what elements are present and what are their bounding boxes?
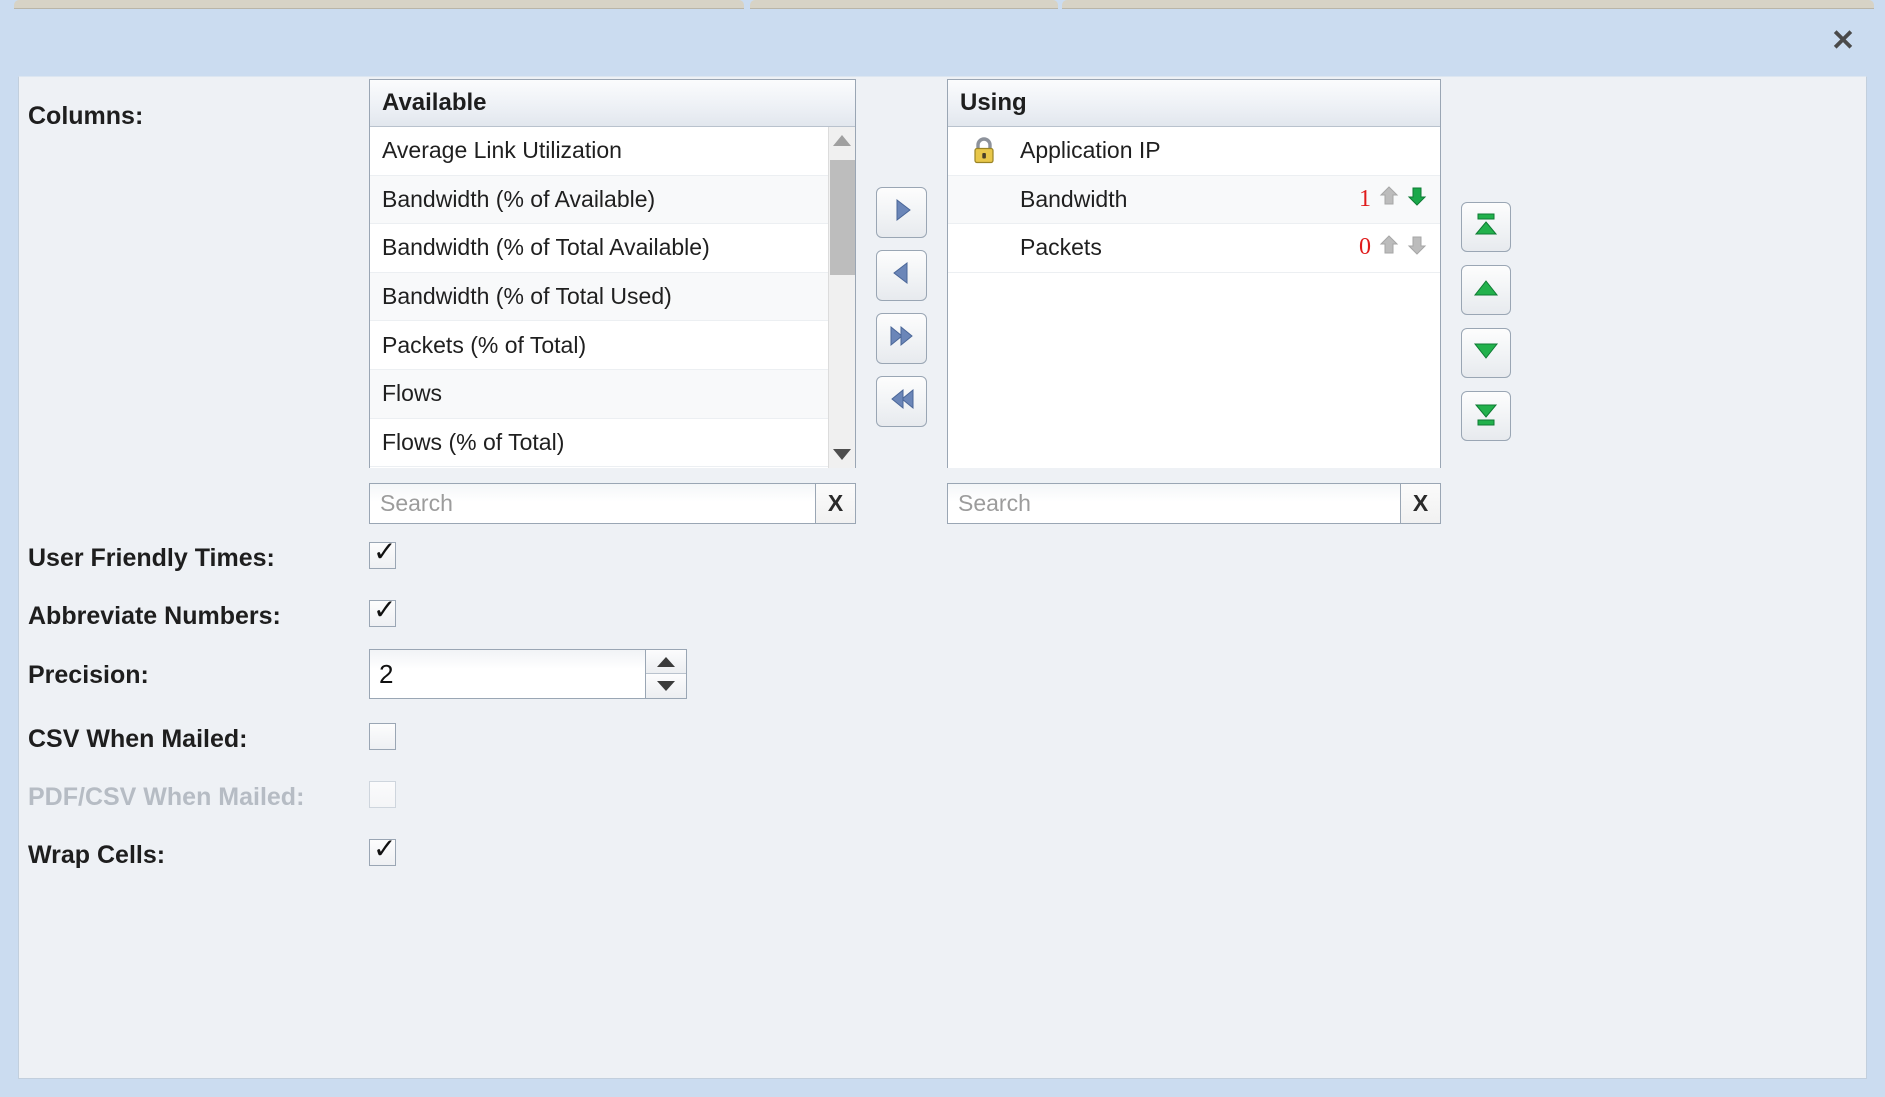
lock-icon <box>948 135 1020 167</box>
available-list-body[interactable]: Average Link Utilization Bandwidth (% of… <box>370 127 855 468</box>
list-item[interactable]: Bandwidth (% of Available) <box>370 175 828 225</box>
arrow-right-icon <box>889 197 915 228</box>
user-friendly-times-row: User Friendly Times: ✓ <box>28 538 1866 592</box>
move-down-button[interactable] <box>1461 328 1511 378</box>
tab-remnant-2 <box>750 0 1058 9</box>
wrap-cells-checkbox[interactable]: ✓ <box>369 835 396 866</box>
scrollbar-thumb[interactable] <box>830 160 855 275</box>
scroll-down-icon[interactable] <box>829 441 855 468</box>
list-item[interactable]: Bandwidth (% of Total Available) <box>370 224 828 273</box>
check-icon: ✓ <box>373 832 397 865</box>
precision-label: Precision: <box>28 661 149 689</box>
precision-stepper[interactable] <box>369 649 687 699</box>
tab-remnant-1 <box>14 0 744 9</box>
add-all-button[interactable] <box>876 313 927 364</box>
list-item[interactable]: Average Link Utilization <box>370 127 828 176</box>
available-search[interactable]: X <box>369 483 856 524</box>
chevron-down-icon <box>657 681 675 691</box>
move-down-icon <box>1471 337 1501 370</box>
search-input[interactable] <box>948 484 1400 523</box>
check-icon: ✓ <box>373 535 397 568</box>
sort-index: 0 <box>1359 234 1371 261</box>
precision-decrement-button[interactable] <box>646 674 686 698</box>
move-to-bottom-button[interactable] <box>1461 391 1511 441</box>
table-row[interactable]: Packets 0 <box>948 224 1440 273</box>
clear-search-icon[interactable]: X <box>815 484 855 523</box>
using-search[interactable]: X <box>947 483 1441 524</box>
double-arrow-left-icon <box>887 386 917 417</box>
remove-selected-button[interactable] <box>876 250 927 301</box>
arrow-left-icon <box>889 260 915 291</box>
precision-input[interactable] <box>370 650 645 698</box>
remove-all-button[interactable] <box>876 376 927 427</box>
sort-asc-icon[interactable] <box>1376 232 1402 264</box>
abbreviate-numbers-checkbox[interactable]: ✓ <box>369 596 396 627</box>
clear-search-icon[interactable]: X <box>1400 484 1440 523</box>
precision-row: Precision: <box>28 649 1866 699</box>
sort-index: 1 <box>1359 185 1371 212</box>
move-up-icon <box>1471 274 1501 307</box>
available-list-scrollbar[interactable] <box>828 127 855 468</box>
list-item[interactable]: Flows <box>370 369 828 419</box>
double-arrow-right-icon <box>887 323 917 354</box>
move-up-button[interactable] <box>1461 265 1511 315</box>
user-friendly-times-checkbox[interactable]: ✓ <box>369 538 396 569</box>
parent-tabstrip <box>0 0 1885 9</box>
columns-label: Columns: <box>28 102 144 130</box>
pdf-csv-when-mailed-checkbox <box>369 781 396 808</box>
search-input[interactable] <box>370 484 815 523</box>
tab-remnant-3 <box>1062 0 1874 9</box>
abbreviate-numbers-row: Abbreviate Numbers: ✓ <box>28 596 1866 650</box>
abbreviate-numbers-label: Abbreviate Numbers: <box>28 602 281 630</box>
dialog-body: Columns: Available Average Link Utilizat… <box>18 76 1867 1079</box>
move-to-top-button[interactable] <box>1461 202 1511 252</box>
using-item-label: Application IP <box>1020 137 1161 164</box>
sort-asc-icon[interactable] <box>1376 183 1402 215</box>
sort-indicator[interactable]: 0 <box>1359 224 1430 272</box>
using-columns-list[interactable]: Using Application IP Bandwidth 1 Packets… <box>947 79 1441 468</box>
using-list-body[interactable]: Application IP Bandwidth 1 Packets 0 <box>948 127 1440 468</box>
table-row[interactable]: Bandwidth 1 <box>948 175 1440 225</box>
csv-when-mailed-label: CSV When Mailed: <box>28 725 248 753</box>
pdf-csv-when-mailed-label: PDF/CSV When Mailed: <box>28 783 305 811</box>
csv-when-mailed-checkbox[interactable] <box>369 723 396 750</box>
check-icon: ✓ <box>373 593 397 626</box>
close-icon[interactable]: ✕ <box>1823 21 1863 61</box>
precision-increment-button[interactable] <box>646 650 686 674</box>
scroll-up-icon[interactable] <box>829 127 855 154</box>
list-item[interactable]: Packets (% of Total) <box>370 321 828 370</box>
add-selected-button[interactable] <box>876 187 927 238</box>
column-settings-dialog: ✕ Columns: Available Average Link Utiliz… <box>0 0 1885 1097</box>
move-to-bottom-icon <box>1471 400 1501 433</box>
table-row[interactable]: Application IP <box>948 127 1440 176</box>
wrap-cells-row: Wrap Cells: ✓ <box>28 835 1866 889</box>
available-columns-list[interactable]: Available Average Link Utilization Bandw… <box>369 79 856 468</box>
sort-desc-icon[interactable] <box>1404 183 1430 215</box>
wrap-cells-label: Wrap Cells: <box>28 841 166 869</box>
pdf-csv-when-mailed-row: PDF/CSV When Mailed: <box>28 781 1866 831</box>
list-item[interactable]: Bandwidth (% of Total Used) <box>370 272 828 322</box>
available-list-header: Available <box>370 80 855 127</box>
dialog-titlebar: ✕ <box>0 9 1885 76</box>
using-list-header: Using <box>948 80 1440 127</box>
move-to-top-icon <box>1471 211 1501 244</box>
sort-desc-icon[interactable] <box>1404 232 1430 264</box>
sort-indicator[interactable]: 1 <box>1359 176 1430 224</box>
user-friendly-times-label: User Friendly Times: <box>28 544 275 572</box>
list-item[interactable]: Flows (% of Total) <box>370 419 828 468</box>
chevron-up-icon <box>657 656 675 667</box>
csv-when-mailed-row: CSV When Mailed: <box>28 723 1866 773</box>
